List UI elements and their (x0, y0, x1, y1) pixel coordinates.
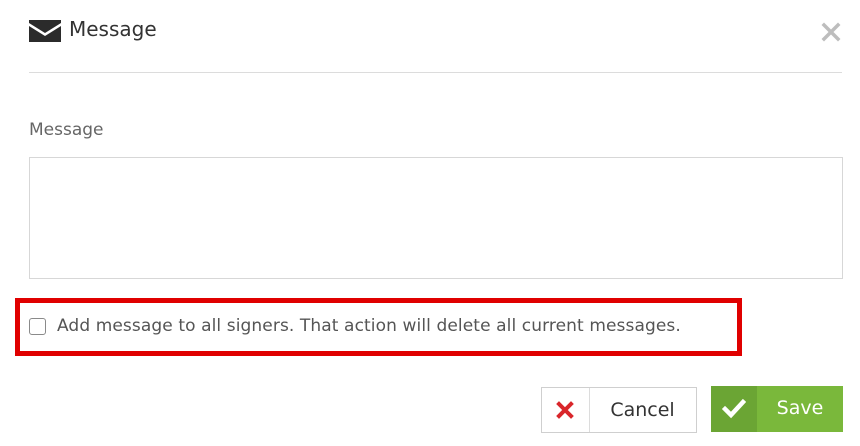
dialog-header: Message (29, 0, 842, 73)
add-to-all-signers-option[interactable]: Add message to all signers. That action … (29, 316, 681, 336)
save-button[interactable]: Save (711, 386, 843, 432)
cancel-button[interactable]: Cancel (541, 387, 697, 433)
close-icon[interactable] (820, 21, 842, 43)
save-icon-cell (711, 386, 757, 432)
message-textarea[interactable] (29, 157, 843, 279)
add-to-all-signers-label[interactable]: Add message to all signers. That action … (57, 316, 681, 336)
check-icon (722, 398, 746, 419)
message-dialog: Message Message Add message to all signe… (0, 0, 860, 446)
add-to-all-signers-checkbox[interactable] (29, 317, 46, 335)
cancel-icon-cell (542, 388, 590, 432)
dialog-title: Message (69, 17, 157, 41)
save-button-label: Save (776, 397, 824, 419)
message-label: Message (29, 120, 104, 140)
envelope-icon (29, 20, 61, 42)
cancel-button-label: Cancel (610, 399, 675, 421)
x-icon (556, 401, 574, 419)
